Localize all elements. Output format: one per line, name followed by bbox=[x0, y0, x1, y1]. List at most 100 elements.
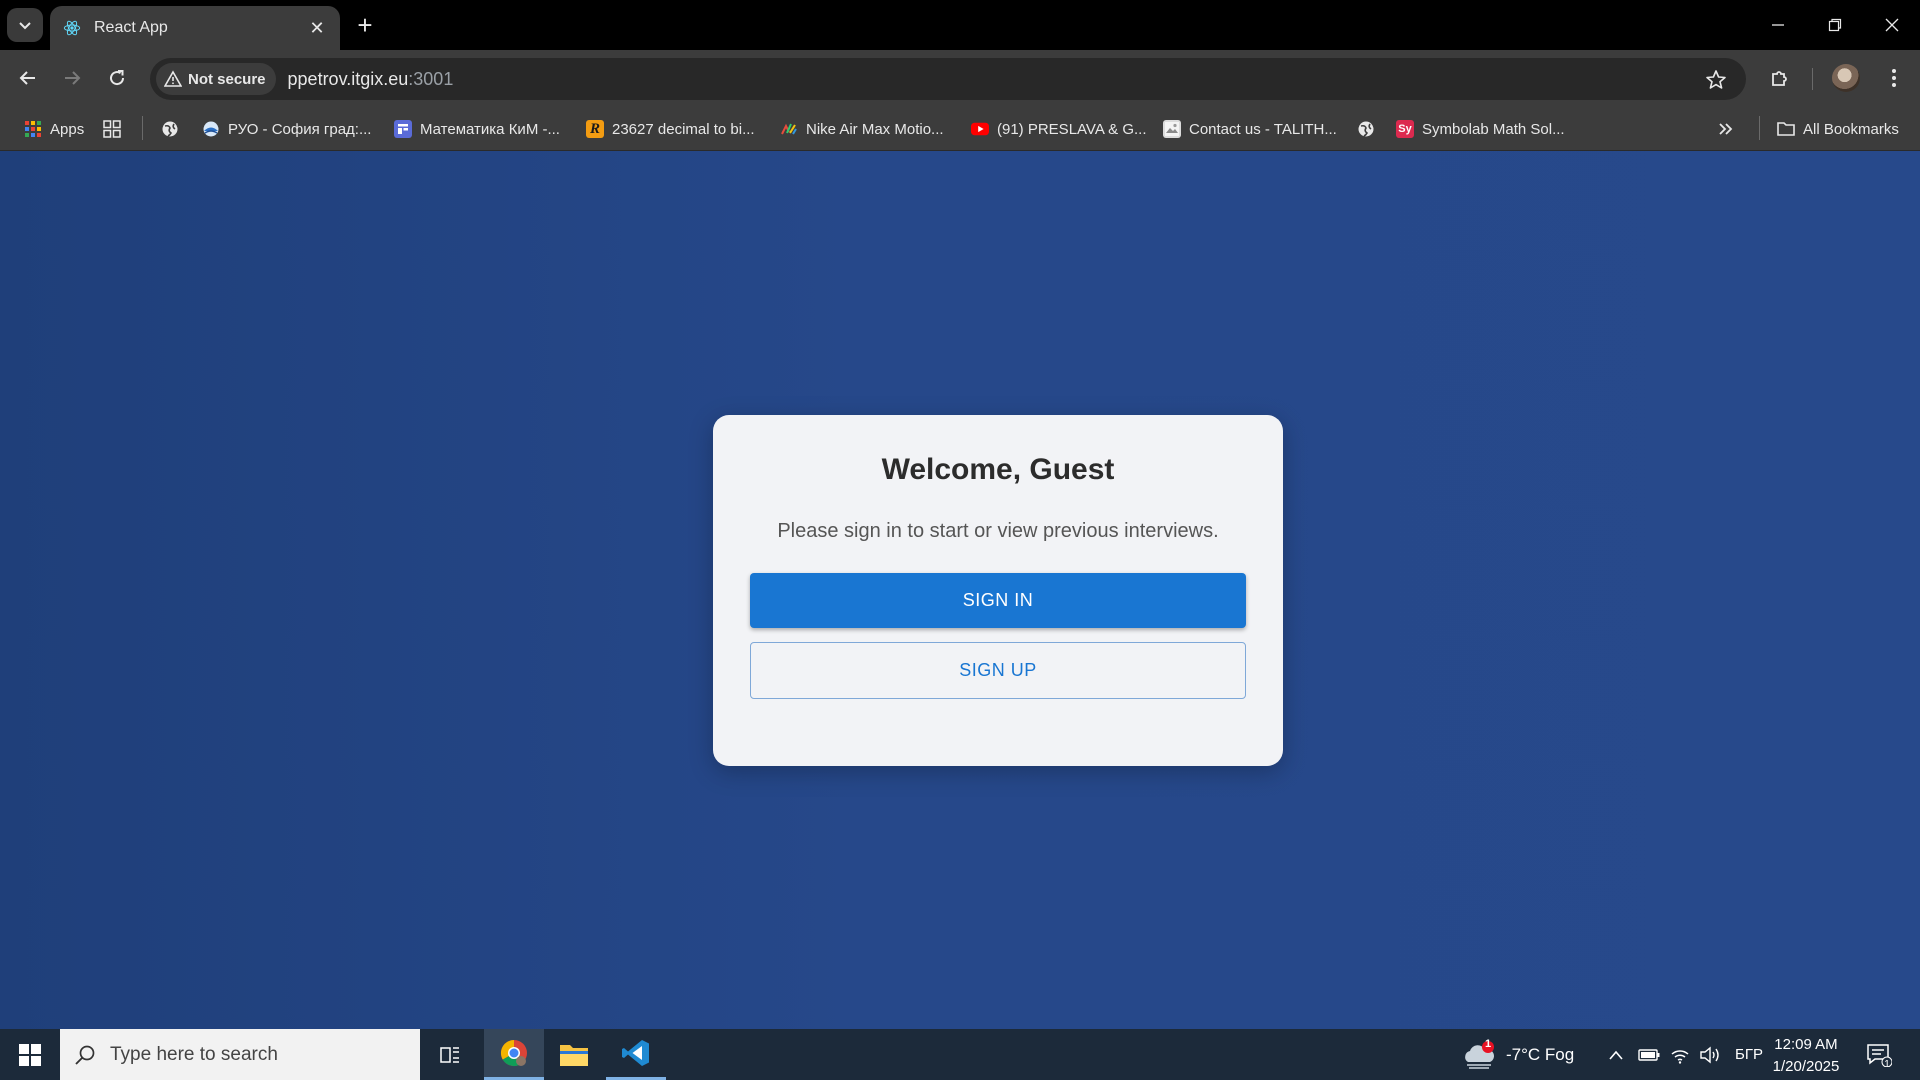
bookmark-symbolab[interactable]: Sy Symbolab Math Sol... bbox=[1396, 116, 1565, 142]
windows-logo-icon bbox=[19, 1043, 41, 1066]
extensions-button[interactable] bbox=[1762, 60, 1798, 96]
bookmark-star-icon[interactable] bbox=[1704, 68, 1728, 92]
bookmark-apps[interactable]: Apps bbox=[24, 116, 84, 142]
battery-tray-button[interactable] bbox=[1638, 1029, 1660, 1080]
clock-date: 1/20/2025 bbox=[1772, 1058, 1840, 1075]
back-button[interactable] bbox=[10, 60, 46, 96]
bookmark-globe-1[interactable] bbox=[161, 116, 187, 142]
profile-button[interactable] bbox=[1828, 60, 1864, 96]
weather-alert-badge: 1 bbox=[1484, 1038, 1492, 1050]
react-icon bbox=[62, 18, 82, 38]
language-label: БГР bbox=[1735, 1046, 1763, 1063]
folder-icon bbox=[560, 1044, 588, 1066]
more-vertical-icon bbox=[1892, 69, 1896, 87]
bookmark-label: РУО - София град:... bbox=[228, 120, 372, 138]
bookmark-label: 23627 decimal to bi... bbox=[612, 120, 755, 138]
new-tab-button[interactable]: + bbox=[350, 10, 380, 40]
reload-icon bbox=[110, 70, 125, 86]
taskbar-search-input[interactable]: Type here to search bbox=[60, 1029, 420, 1080]
action-center-button[interactable]: 1 bbox=[1866, 1029, 1892, 1080]
clock-time: 12:09 AM bbox=[1774, 1036, 1838, 1053]
volume-tray-button[interactable] bbox=[1699, 1029, 1721, 1080]
weather-widget[interactable]: 1 -7°C Fog bbox=[1462, 1029, 1574, 1080]
bookmarks-bar: Apps РУО - София град:... Математика КиМ… bbox=[0, 106, 1920, 151]
bookmark-ruo-sofia[interactable]: РУО - София град:... bbox=[202, 116, 371, 142]
notification-count: 1 bbox=[1884, 1059, 1890, 1070]
bookmark-talith[interactable]: Contact us - TALITH... bbox=[1163, 116, 1337, 142]
chevron-double-right-icon bbox=[1719, 123, 1733, 135]
speaker-icon bbox=[1700, 1046, 1719, 1063]
toolbar-divider bbox=[1812, 68, 1813, 90]
close-window-button[interactable] bbox=[1863, 0, 1920, 50]
task-view-button[interactable] bbox=[420, 1029, 480, 1080]
forms-favicon-icon bbox=[394, 120, 412, 138]
taskbar-clock[interactable]: 12:09 AM 1/20/2025 bbox=[1765, 1034, 1847, 1078]
tab-search-button[interactable] bbox=[7, 8, 43, 42]
bookmark-label: (91) PRESLAVA & G... bbox=[997, 120, 1147, 138]
sign-in-button[interactable]: SIGN IN bbox=[750, 573, 1246, 628]
network-tray-button[interactable] bbox=[1670, 1029, 1690, 1080]
window-controls bbox=[1749, 0, 1920, 50]
bookmark-divider bbox=[1759, 116, 1760, 140]
bookmark-label: Symbolab Math Sol... bbox=[1422, 120, 1565, 138]
url-host: ppetrov.itgix.eu bbox=[287, 68, 409, 89]
ruo-favicon-icon bbox=[202, 120, 220, 138]
close-tab-icon[interactable]: ✕ bbox=[306, 17, 328, 39]
bookmark-label: Математика КиМ -... bbox=[420, 120, 560, 138]
minimize-icon bbox=[1771, 24, 1784, 26]
input-language-indicator[interactable]: БГР bbox=[1735, 1029, 1763, 1080]
bookmark-matematika[interactable]: Математика КиМ -... bbox=[394, 116, 560, 142]
puzzle-icon bbox=[1772, 71, 1787, 86]
minimize-button[interactable] bbox=[1749, 0, 1806, 50]
welcome-subtitle: Please sign in to start or view previous… bbox=[777, 520, 1219, 542]
chevron-up-icon bbox=[1609, 1050, 1623, 1060]
page-title: Welcome, Guest bbox=[881, 453, 1115, 486]
file-explorer-button[interactable] bbox=[544, 1029, 604, 1080]
bookmark-label: Apps bbox=[50, 120, 85, 138]
bookmark-preslava[interactable]: (91) PRESLAVA & G... bbox=[971, 116, 1147, 142]
bookmark-nike[interactable]: Nike Air Max Motio... bbox=[780, 116, 944, 142]
reload-button[interactable] bbox=[99, 60, 135, 96]
browser-menu-button[interactable] bbox=[1876, 60, 1912, 96]
bookmarks-overflow-button[interactable] bbox=[1718, 116, 1734, 142]
wifi-icon bbox=[1671, 1049, 1689, 1064]
r-favicon-icon: R bbox=[586, 120, 604, 138]
search-placeholder: Type here to search bbox=[110, 1043, 278, 1065]
vscode-icon bbox=[622, 1040, 649, 1066]
bookmark-tab-groups[interactable] bbox=[103, 116, 129, 142]
youtube-icon bbox=[971, 120, 989, 138]
task-view-icon bbox=[440, 1046, 459, 1063]
browser-toolbar: Not secure ppetrov.itgix.eu:3001 bbox=[0, 50, 1920, 106]
globe-icon bbox=[1357, 120, 1375, 138]
restore-button[interactable] bbox=[1806, 0, 1863, 50]
bookmark-decimal-to-binary[interactable]: R 23627 decimal to bi... bbox=[586, 116, 755, 142]
windows-taskbar: Type here to search 1 -7°C Fog БГР 12:09… bbox=[0, 1029, 1920, 1080]
talith-favicon-icon bbox=[1163, 120, 1181, 138]
start-button[interactable] bbox=[0, 1029, 60, 1080]
arrow-right-icon bbox=[65, 71, 81, 85]
address-bar[interactable]: Not secure ppetrov.itgix.eu:3001 bbox=[150, 58, 1746, 100]
bookmark-globe-2[interactable] bbox=[1357, 116, 1383, 142]
symbolab-favicon-icon: Sy bbox=[1396, 120, 1414, 138]
tab-react-app[interactable]: React App ✕ bbox=[50, 6, 340, 50]
show-hidden-icons-button[interactable] bbox=[1608, 1029, 1624, 1080]
forward-button[interactable] bbox=[54, 60, 90, 96]
bookmark-label: Nike Air Max Motio... bbox=[806, 120, 944, 138]
welcome-card: Welcome, Guest Please sign in to start o… bbox=[713, 415, 1283, 766]
arrow-left-icon bbox=[19, 71, 35, 85]
security-chip[interactable]: Not secure bbox=[156, 63, 276, 95]
vscode-taskbar-button[interactable] bbox=[606, 1029, 666, 1080]
url-port: :3001 bbox=[408, 68, 454, 89]
bookmark-label: Contact us - TALITH... bbox=[1189, 120, 1337, 138]
tab-title: React App bbox=[94, 19, 168, 36]
all-bookmarks-label: All Bookmarks bbox=[1803, 120, 1899, 138]
security-label: Not secure bbox=[188, 70, 266, 88]
all-bookmarks-button[interactable]: All Bookmarks bbox=[1777, 116, 1899, 142]
url-text[interactable]: ppetrov.itgix.eu:3001 bbox=[288, 69, 454, 90]
weather-text: -7°C Fog bbox=[1506, 1044, 1575, 1064]
chevron-down-icon bbox=[19, 22, 31, 30]
nike-favicon-icon bbox=[780, 120, 798, 138]
chrome-taskbar-button[interactable] bbox=[484, 1029, 544, 1080]
restore-icon bbox=[1828, 18, 1841, 32]
sign-up-button[interactable]: SIGN UP bbox=[750, 642, 1246, 699]
